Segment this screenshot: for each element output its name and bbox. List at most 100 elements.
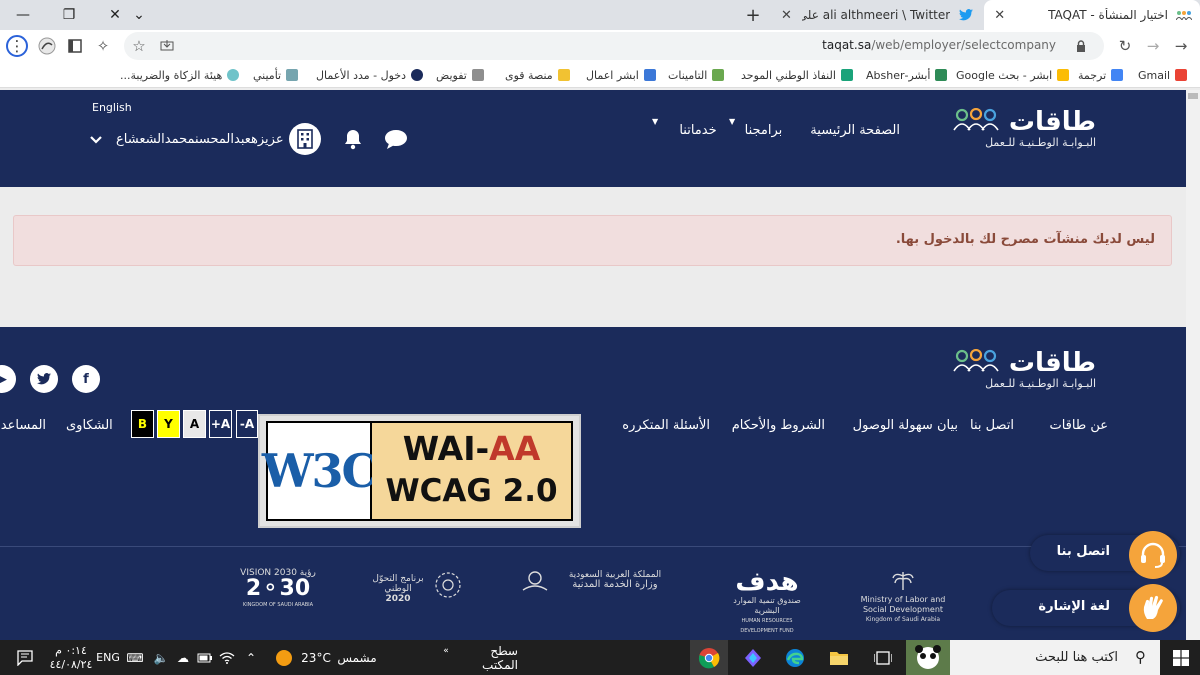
- extensions-puzzle-icon[interactable]: ✧: [92, 35, 114, 57]
- bookmark-gosi[interactable]: التامينات: [668, 66, 725, 84]
- back-arrow-icon[interactable]: →: [1170, 35, 1192, 57]
- no-companies-alert: ليس لديك منشآت مصرح لك بالدخول بها.: [13, 215, 1172, 266]
- chat-bubble-icon[interactable]: [384, 128, 408, 154]
- weather-temperature[interactable]: 23°C: [298, 640, 334, 675]
- tab-title: اختيار المنشأة - TAQAT: [1048, 8, 1168, 22]
- onedrive-cloud-icon[interactable]: ☁: [172, 640, 194, 675]
- url-path: /web/employer/selectcompany: [871, 38, 1056, 52]
- contrast-default-button[interactable]: A: [183, 410, 206, 438]
- taqat-logo[interactable]: طاقات البـوابـة الوطـنيـة للـعمل: [952, 108, 1096, 156]
- bookmark-absher-business[interactable]: ابشر اعمال: [586, 66, 656, 84]
- profile-avatar-icon[interactable]: [36, 35, 58, 57]
- footer-divider: [0, 546, 1186, 547]
- font-increase-button[interactable]: +A: [209, 410, 232, 438]
- language-switch-english[interactable]: English: [92, 101, 132, 114]
- battery-icon[interactable]: [194, 640, 216, 675]
- copilot-app-icon[interactable]: [734, 640, 772, 675]
- bookmark-star-icon[interactable]: ☆: [128, 35, 150, 57]
- footer-link-complaints[interactable]: الشكاوى: [66, 418, 113, 433]
- wcag-label: WAI-AA WCAG 2.0: [372, 423, 571, 519]
- notification-bell-icon[interactable]: [343, 128, 363, 154]
- keyboard-icon[interactable]: ⌨: [124, 640, 146, 675]
- tab-twitter[interactable]: ali althmeeri \ Twitter على تويتر: "... …: [771, 0, 981, 30]
- tab-search-chevron-icon[interactable]: ⌄: [116, 0, 162, 30]
- nav-home[interactable]: الصفحة الرئيسية: [810, 123, 900, 138]
- reload-icon[interactable]: ↻: [1114, 35, 1136, 57]
- weather-description[interactable]: مشمس: [336, 640, 378, 675]
- tab-taqat[interactable]: اختيار المنشأة - TAQAT ✕: [984, 0, 1200, 30]
- footer-link-contact[interactable]: اتصل بنا: [970, 418, 1014, 433]
- desktop-toolbar-label[interactable]: سطح المكتب: [454, 640, 518, 675]
- company-building-icon[interactable]: [289, 123, 321, 155]
- bookmark-qiwa[interactable]: منصة قوى: [505, 66, 570, 84]
- partner-civil-service-logo[interactable]: المملكة العربية السعودية وزارة الخدمة ال…: [520, 570, 680, 594]
- task-view-icon[interactable]: [864, 640, 902, 675]
- partner-ntp-logo[interactable]: برنامج التحوّل الوطني 2020: [365, 570, 465, 604]
- bookmark-tafweed[interactable]: تفويض: [436, 66, 484, 84]
- restore-window-button[interactable]: ❐: [46, 0, 92, 30]
- bookmark-mudad[interactable]: دخول - مدد الأعمال: [316, 66, 423, 84]
- twitter-icon[interactable]: [30, 365, 58, 393]
- partner-hadaf-logo[interactable]: هدف صندوق تنمية الموارد البشرية HUMAN RE…: [727, 568, 807, 636]
- install-app-icon[interactable]: [156, 35, 178, 57]
- font-decrease-button[interactable]: -A: [236, 410, 258, 438]
- translate-icon: [1111, 69, 1124, 81]
- close-tab-icon[interactable]: ✕: [779, 7, 794, 23]
- search-highlight-panda-icon: [906, 640, 950, 675]
- forward-arrow-icon[interactable]: →: [1142, 35, 1164, 57]
- notifications-icon[interactable]: [8, 640, 42, 675]
- speaker-icon[interactable]: 🔈: [150, 640, 172, 675]
- partner-mlsd-logo[interactable]: Ministry of Labor and Social Development…: [858, 570, 948, 625]
- bookmark-absher-google[interactable]: ابشر - بحث Google: [956, 66, 1070, 84]
- show-hidden-icons-chevron-icon[interactable]: ⌃: [240, 640, 262, 675]
- minimize-window-button[interactable]: —: [0, 0, 46, 30]
- taskbar-search-input[interactable]: اكتب هنا للبحث ⚲: [906, 640, 1160, 675]
- wifi-icon[interactable]: [216, 640, 238, 675]
- footer-link-accessibility[interactable]: بيان سهولة الوصول: [853, 418, 958, 433]
- footer-link-terms[interactable]: الشروط والأحكام: [732, 418, 825, 433]
- side-panel-icon[interactable]: [64, 35, 86, 57]
- input-language[interactable]: ENG: [96, 640, 120, 675]
- partner-vision2030-logo[interactable]: رؤية VISION 2030 2⚬30 KINGDOM OF SAUDI A…: [240, 568, 316, 610]
- w3c-wcag-badge[interactable]: W3C WAI-AA WCAG 2.0: [258, 414, 581, 528]
- facebook-icon[interactable]: f: [72, 365, 100, 393]
- nav-services[interactable]: خدماتنا: [679, 123, 716, 138]
- clock[interactable]: ٠:١٤ م ٤٤/٠٨/٢٤: [44, 640, 98, 675]
- contrast-yellow-button[interactable]: Y: [157, 410, 180, 438]
- desktop-toolbar-chevron-icon[interactable]: «: [440, 640, 452, 675]
- windows-taskbar: ٠:١٤ م ٤٤/٠٨/٢٤ ENG ⌨ 🔈 ☁ ⌃ 23°C مشمس « …: [0, 640, 1200, 675]
- bookmark-nafath[interactable]: النفاذ الوطني الموحد: [741, 66, 853, 84]
- scrollbar-thumb[interactable]: [1188, 93, 1198, 99]
- footer-link-faq[interactable]: الأسئلة المتكرره: [622, 418, 710, 433]
- sign-language-hand-icon[interactable]: [1129, 584, 1177, 632]
- chrome-app-icon[interactable]: [690, 640, 728, 675]
- new-tab-button[interactable]: +: [742, 4, 764, 26]
- taqat-people-icon: [953, 349, 999, 372]
- lock-icon[interactable]: [1070, 35, 1092, 57]
- headset-support-icon[interactable]: [1129, 531, 1177, 579]
- address-bar[interactable]: ☆ taqat.sa/web/employer/selectcompany: [124, 32, 1104, 60]
- nav-programs[interactable]: برامجنا: [745, 123, 783, 138]
- windows-start-icon[interactable]: [1162, 640, 1200, 675]
- footer-taqat-logo[interactable]: طاقات البـوابـة الوطـنيـة للـعمل: [952, 349, 1096, 397]
- chevron-down-icon[interactable]: [90, 133, 102, 147]
- footer-link-help[interactable]: المساعدة: [0, 418, 46, 433]
- bookmark-absher[interactable]: أبشر-Absher: [866, 66, 948, 84]
- google-icon: [1057, 69, 1070, 81]
- user-name-dropdown[interactable]: عزيزهعبدالمحسنمحمدالشعشاع: [116, 132, 284, 147]
- page-scrollbar[interactable]: [1186, 90, 1200, 640]
- bookmark-translate[interactable]: ترجمة: [1078, 66, 1124, 84]
- nafath-icon: [840, 69, 853, 81]
- contrast-black-button[interactable]: B: [131, 410, 154, 438]
- footer-link-about[interactable]: عن طاقات: [1049, 418, 1108, 433]
- weather-sun-icon[interactable]: [272, 640, 296, 675]
- bookmark-zatca[interactable]: هيئة الزكاة والضريبة...: [120, 66, 240, 84]
- file-explorer-icon[interactable]: [820, 640, 858, 675]
- tafweed-icon: [471, 69, 484, 81]
- bookmark-taminy[interactable]: تأميني: [253, 66, 299, 84]
- menu-kebab-icon[interactable]: ⋮: [6, 35, 28, 57]
- edge-app-icon[interactable]: [776, 640, 814, 675]
- search-placeholder: اكتب هنا للبحث: [1035, 650, 1118, 665]
- close-tab-icon[interactable]: ✕: [992, 7, 1007, 23]
- bookmark-gmail[interactable]: Gmail: [1138, 66, 1188, 84]
